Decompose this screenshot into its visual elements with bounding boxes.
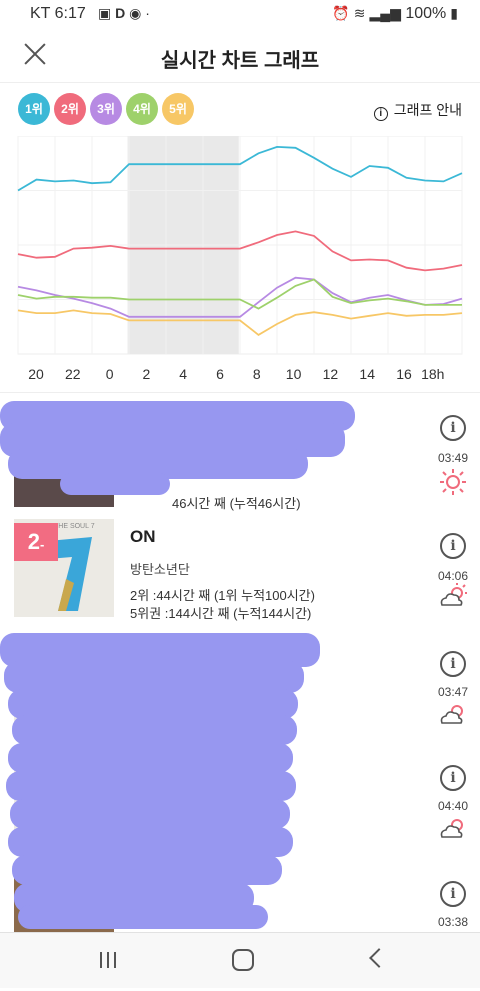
info-icon[interactable]: i [440,881,466,907]
alarm-icon: ⏰ [332,5,350,21]
rank-legend: 1위 2위 3위 4위 5위 [18,93,198,125]
carrier-time: KT 6:17 [30,5,86,22]
info-icon[interactable]: i [440,651,466,677]
top-bar: 실시간 차트 그래프 [0,30,480,83]
song-list: 46시간 째 (누적46시간) i 03:49 THE SOUL 7 2- ON… [0,392,480,933]
redaction-mark [8,827,293,857]
x-tick-label: 14 [359,366,375,382]
rank-badge-5[interactable]: 5위 [162,93,194,125]
time-label: 03:49 [437,451,469,465]
info-icon[interactable]: i [440,533,466,559]
cumulative-stat: 5위권 :144시간 째 (누적144시간) [130,606,312,621]
info-icon[interactable]: i [440,415,466,441]
x-tick-label: 6 [216,366,224,382]
android-nav-bar [0,932,480,988]
wifi-icon: ≋ [353,5,366,21]
time-label: 04:40 [437,799,469,813]
back-button[interactable] [369,948,389,968]
x-tick-label: 8 [253,366,261,382]
redaction-mark [6,771,296,801]
x-tick-label: 18h [421,366,444,382]
rank-number: 2 [27,529,40,554]
redaction-mark [18,905,268,929]
rank-badge-1[interactable]: 1위 [18,93,50,125]
signal-icon: ▂▄▆ [369,5,401,21]
status-bar: KT 6:17 ▣ D ◉ · ⏰ ≋ ▂▄▆ 100% ▮ [0,0,480,30]
graph-guide-link[interactable]: i 그래프 안내 [373,100,462,121]
x-tick-label: 10 [286,366,302,382]
list-item[interactable]: THE SOUL 7 2- ON 방탄소년단 2위 :44시간 째 (1위 누적… [0,519,480,637]
rank-badge-4[interactable]: 4위 [126,93,158,125]
info-icon: i [373,107,388,121]
x-tick-label: 0 [106,366,114,382]
graph-guide-label: 그래프 안내 [393,102,462,118]
x-tick-label: 16 [396,366,412,382]
recent-apps-button[interactable] [100,952,118,968]
x-tick-label: 22 [65,366,81,382]
x-tick-label: 12 [323,366,339,382]
partly-cloudy-icon [440,819,463,838]
redaction-mark [12,715,297,745]
redaction-mark [12,855,282,885]
time-label: 03:38 [437,915,469,929]
rank-badge-2[interactable]: 2위 [54,93,86,125]
info-icon[interactable]: i [440,765,466,791]
status-right: ⏰ ≋ ▂▄▆ 100% ▮ [328,5,458,23]
x-tick-label: 4 [179,366,187,382]
battery-icon: ▮ [450,5,458,21]
rank-flag: 2- [14,523,58,561]
partly-cloudy-icon [440,583,467,606]
realtime-rank-chart: 20 22 0 2 4 6 8 10 12 14 16 18h [17,136,463,382]
redaction-mark [10,799,290,829]
cumulative-stat: 46시간 째 (누적46시간) [172,496,301,511]
sun-icon [440,469,466,495]
battery-level: 100% [405,5,447,22]
time-label: 03:47 [437,685,469,699]
notification-icons: ▣ D ◉ · [98,5,150,21]
time-label: 04:06 [437,569,469,583]
home-button[interactable] [232,949,254,971]
rank-badge-3[interactable]: 3위 [90,93,122,125]
x-tick-label: 2 [143,366,151,382]
artist-name: 방탄소년단 [130,562,190,577]
partly-cloudy-icon [440,705,463,724]
redaction-mark [8,743,293,773]
rank-stat: 2위 :44시간 째 (1위 누적100시간) [130,588,315,603]
page-title: 실시간 차트 그래프 [160,50,320,72]
rank-change: - [39,537,45,552]
redaction-mark [60,473,170,495]
album-cover-text: THE SOUL 7 [54,523,95,530]
x-tick-label: 20 [28,366,44,382]
song-title: ON [130,527,156,546]
